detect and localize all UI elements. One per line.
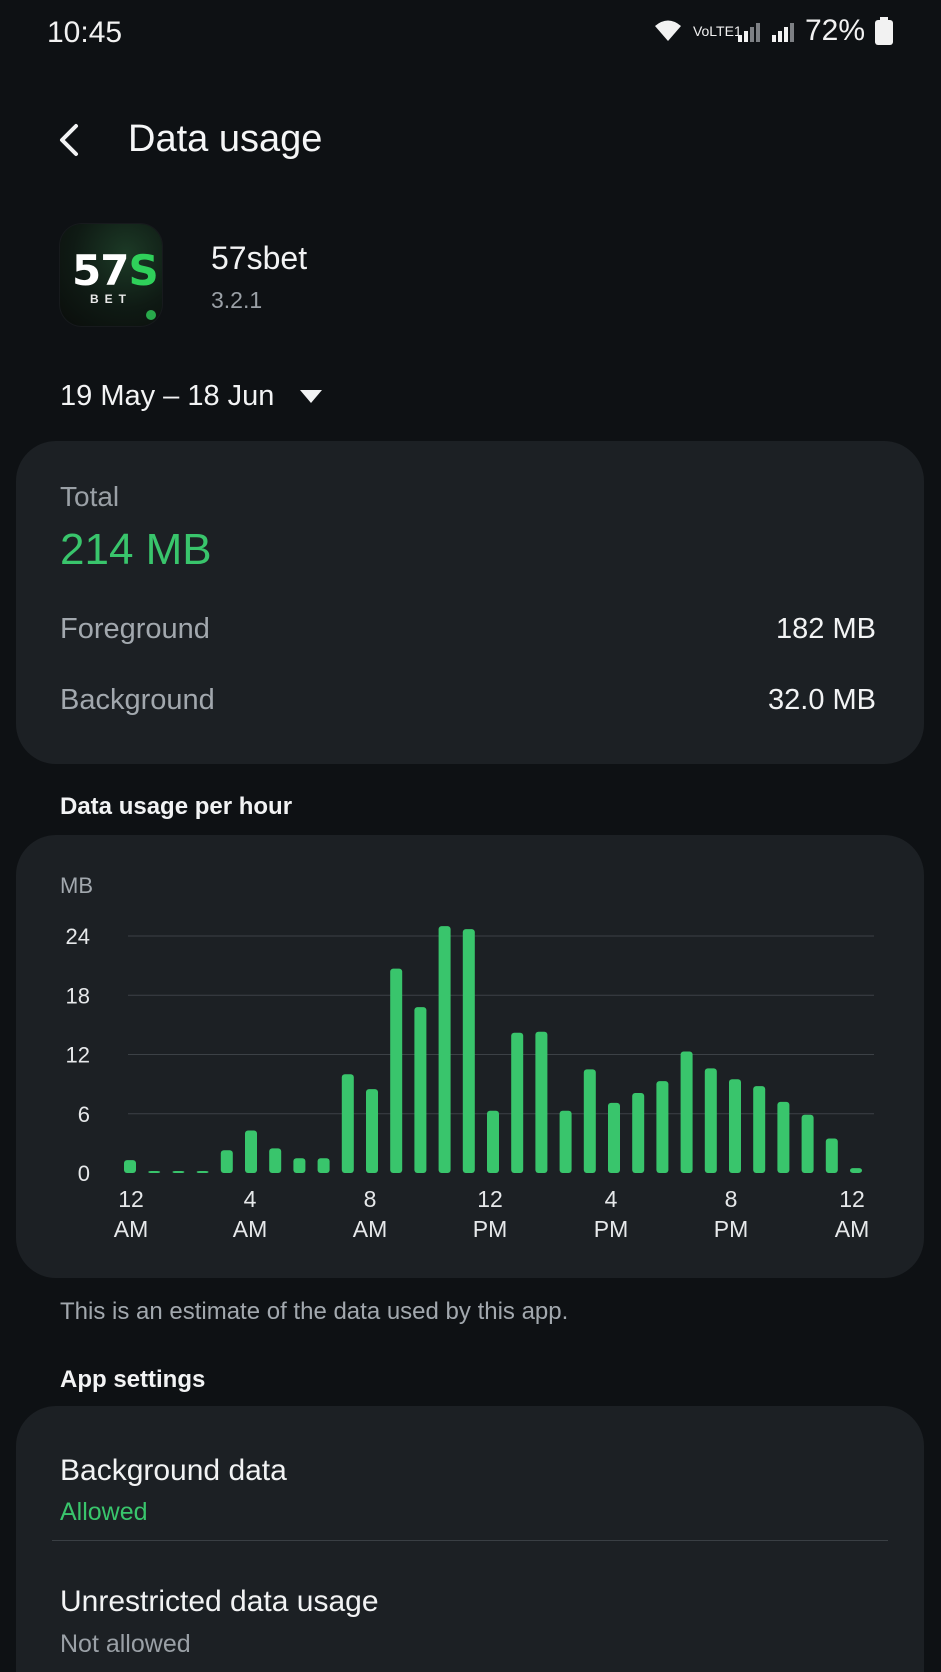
chart-bar [124, 1160, 136, 1173]
chart-bar [656, 1081, 669, 1173]
app-settings-title: App settings [60, 1366, 206, 1393]
chart-bar [583, 1069, 596, 1173]
chart-bar [511, 1032, 524, 1173]
chart-bar [777, 1101, 790, 1173]
total-value: 214 MB [60, 525, 212, 574]
chart-bar [269, 1148, 282, 1173]
status-icons: VoLTE1 72% [653, 14, 893, 48]
chart-bar [632, 1093, 645, 1173]
battery-icon [875, 17, 893, 45]
chart-bar [535, 1031, 548, 1173]
unrestricted-data-setting[interactable]: Unrestricted data usage Not allowed [16, 1540, 924, 1668]
date-range-label: 19 May – 18 Jun [60, 380, 275, 412]
setting-title: Background data [60, 1454, 287, 1487]
chart-bar [559, 1110, 572, 1173]
x-tick-label: AM [233, 1216, 268, 1242]
app-icon-logo-subtext: BET [90, 292, 132, 306]
chart-bar [317, 1158, 330, 1173]
setting-title: Unrestricted data usage [60, 1585, 379, 1618]
chart-bar [704, 1068, 717, 1173]
battery-percent: 72% [804, 14, 865, 47]
y-tick-label: 18 [66, 983, 90, 1008]
chart-bar [220, 1150, 233, 1173]
chart-bar [487, 1110, 499, 1173]
app-version: 3.2.1 [211, 287, 263, 313]
volte-label: VoLTE1 [692, 23, 742, 39]
chart-bar [390, 968, 403, 1173]
chart-bar [366, 1089, 378, 1173]
usage-summary-card: Total 214 MB Foreground 182 MB Backgroun… [16, 441, 924, 764]
x-tick-label: 12 [118, 1186, 144, 1212]
chart-bar [825, 1138, 838, 1173]
chart-bar [438, 926, 451, 1173]
foreground-label: Foreground [60, 613, 210, 645]
x-tick-label: 4 [605, 1186, 618, 1212]
y-tick-label: 0 [78, 1161, 90, 1186]
dropdown-arrow-icon [300, 389, 323, 403]
chart-bar [753, 1086, 766, 1173]
foreground-value: 182 MB [776, 613, 876, 645]
total-label: Total [60, 481, 120, 512]
hourly-usage-chart: MB 0 6 12 18 24 12 AM 4 AM 8 AM 12 PM 4 PM 8 PM 12 AM [60, 873, 874, 1242]
chart-bar [801, 1114, 814, 1173]
status-time: 10:45 [47, 16, 123, 49]
chart-bar [245, 1130, 257, 1173]
app-icon-logo-text: 57S [72, 246, 159, 295]
app-icon: 57S BET [60, 224, 162, 326]
x-tick-label: AM [353, 1216, 388, 1242]
x-tick-label: AM [114, 1216, 149, 1242]
wifi-icon [654, 20, 681, 41]
app-name: 57sbet [211, 240, 308, 276]
app-bar: Data usage [0, 100, 941, 180]
chart-bar [293, 1158, 306, 1173]
page-title: Data usage [128, 118, 323, 160]
chart-bar [414, 1007, 427, 1173]
signal-icon [737, 23, 760, 42]
estimate-note: This is an estimate of the data used by … [60, 1298, 569, 1325]
background-value: 32.0 MB [768, 684, 876, 716]
status-bar: 10:45 VoLTE1 72% [0, 0, 941, 70]
y-axis-unit-label: MB [60, 873, 93, 898]
setting-status: Allowed [60, 1498, 148, 1526]
x-tick-label: PM [714, 1216, 749, 1242]
y-tick-label: 24 [66, 924, 90, 949]
x-tick-label: PM [594, 1216, 629, 1242]
x-tick-label: 12 [839, 1186, 865, 1212]
chart-bar [148, 1171, 161, 1173]
x-tick-label: 8 [725, 1186, 738, 1212]
x-tick-label: 4 [244, 1186, 257, 1212]
x-tick-label: 12 [477, 1186, 503, 1212]
chart-bar [850, 1168, 862, 1173]
signal-icon [771, 23, 794, 42]
back-button[interactable] [44, 114, 96, 166]
y-tick-label: 6 [78, 1102, 90, 1127]
hourly-usage-chart-card: MB 0 6 12 18 24 12 AM 4 AM 8 AM 12 PM 4 PM 8 PM 12 AM [16, 835, 924, 1278]
app-icon-accent [146, 310, 156, 320]
x-tick-label: PM [473, 1216, 508, 1242]
y-tick-label: 12 [66, 1043, 90, 1068]
chart-section-title: Data usage per hour [60, 793, 293, 820]
x-tick-label: 8 [364, 1186, 377, 1212]
date-range-selector[interactable]: 19 May – 18 Jun [60, 380, 323, 413]
chart-bar [729, 1079, 741, 1173]
chart-bar [680, 1051, 693, 1173]
chart-bar [341, 1074, 354, 1173]
background-data-setting[interactable]: Background data Allowed [16, 1406, 924, 1534]
setting-status: Not allowed [60, 1630, 191, 1658]
chart-bar [462, 929, 475, 1173]
chart-bar [196, 1171, 209, 1173]
background-label: Background [60, 684, 215, 716]
chart-bar [608, 1102, 620, 1173]
chart-bar [172, 1171, 185, 1173]
app-settings-card: Background data Allowed Unrestricted dat… [16, 1406, 924, 1672]
x-tick-label: AM [835, 1216, 870, 1242]
back-chevron-icon [60, 124, 78, 156]
